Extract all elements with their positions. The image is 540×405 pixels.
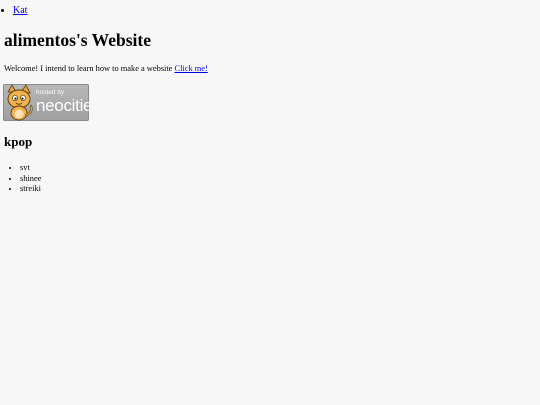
page-title: alimentos's Website (4, 30, 151, 50)
kpop-heading: kpop (4, 134, 33, 149)
intro-paragraph: Welcome! I intend to learn how to make a… (4, 64, 208, 74)
intro-text: Welcome! I intend to learn how to make a… (4, 64, 175, 73)
list-item: shinee (20, 174, 41, 185)
badge-hosted-by-text: hosted by (36, 89, 65, 96)
nav-item: Kat (13, 5, 27, 16)
list-item: streiki (20, 184, 41, 195)
nav-link-kat[interactable]: Kat (13, 5, 27, 16)
kpop-list: svt shinee streiki (11, 163, 41, 195)
top-nav: Kat (4, 5, 27, 16)
list-item: svt (20, 163, 41, 174)
page: Kat alimentos's Website Welcome! I inten… (0, 0, 540, 405)
hosted-by-neocities-badge[interactable]: hosted by neocities (3, 84, 89, 121)
click-me-link[interactable]: Click me! (175, 64, 208, 73)
neocities-cat-icon (7, 84, 33, 121)
badge-neocities-text: neocities (36, 96, 89, 115)
